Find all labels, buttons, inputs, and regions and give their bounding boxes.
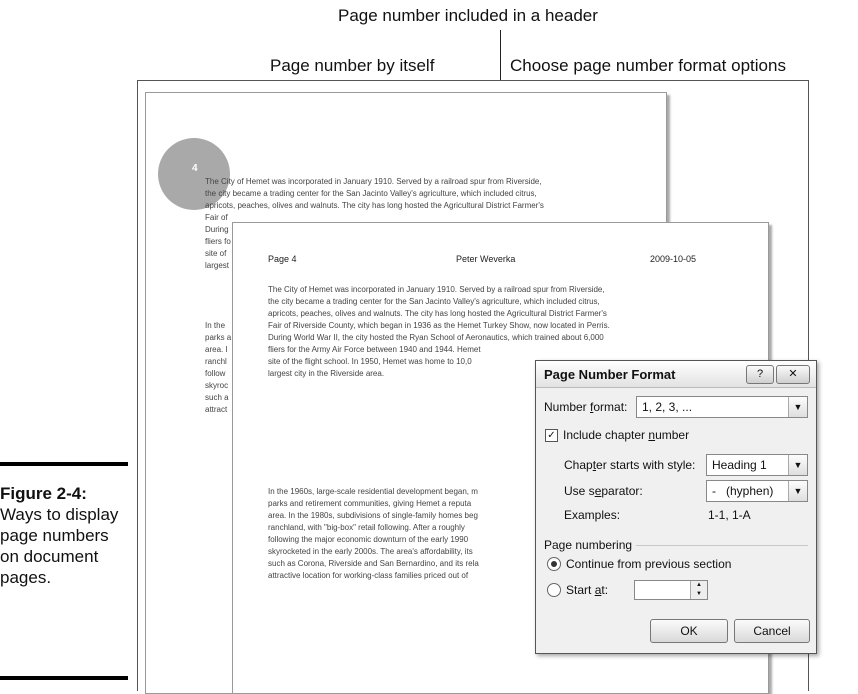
separator-label: Use separator: <box>564 484 643 498</box>
start-at-label: Start at: <box>566 583 609 597</box>
caption-text: Ways to display page numbers on document… <box>0 505 119 587</box>
number-format-value: 1, 2, 3, ... <box>642 400 693 414</box>
chapter-style-label: Chapter starts with style: <box>564 458 696 472</box>
continue-radio[interactable] <box>547 557 561 571</box>
spinner-arrows-icon[interactable]: ▲ ▼ <box>690 581 707 599</box>
chapter-style-value: Heading 1 <box>712 458 767 472</box>
caption-top-rule <box>0 462 128 466</box>
dialog-title: Page Number Format <box>544 367 676 382</box>
start-at-spinner[interactable]: ▲ ▼ <box>634 580 708 600</box>
include-chapter-checkbox[interactable]: ✓ <box>545 429 558 442</box>
caption-bottom-rule <box>0 676 128 680</box>
callout-header-page-number: Page number included in a header <box>338 6 598 25</box>
start-at-radio[interactable] <box>547 583 561 597</box>
chapter-style-select[interactable]: Heading 1 ▼ <box>706 454 808 476</box>
callout-page-number-itself: Page number by itself <box>270 56 435 75</box>
include-chapter-label: Include chapter number <box>563 428 690 442</box>
chevron-down-icon: ▼ <box>788 481 807 501</box>
caption-label: Figure 2-4: <box>0 484 87 503</box>
chevron-down-icon: ▼ <box>788 455 807 475</box>
continue-label: Continue from previous section <box>566 557 732 571</box>
page-numbering-label: Page numbering <box>544 538 633 552</box>
header-page-number: Page 4 <box>268 254 297 264</box>
callout-format-options: Choose page number format options <box>510 56 786 75</box>
front-page-paragraph-2: In the 1960s, large-scale residential de… <box>268 487 479 580</box>
separator-select[interactable]: - (hyphen) ▼ <box>706 480 808 502</box>
group-separator <box>636 545 808 546</box>
page-number: 4 <box>192 163 198 174</box>
separator-value: - (hyphen) <box>712 484 774 498</box>
number-format-select[interactable]: 1, 2, 3, ... ▼ <box>636 396 808 418</box>
cancel-button[interactable]: Cancel <box>734 619 810 643</box>
number-format-label: Number format: <box>544 400 628 414</box>
examples-value: 1-1, 1-A <box>708 508 751 522</box>
help-button[interactable]: ? <box>746 365 774 384</box>
figure-caption: Figure 2-4: Ways to display page numbers… <box>0 483 128 588</box>
chevron-down-icon: ▼ <box>788 397 807 417</box>
ok-button[interactable]: OK <box>650 619 728 643</box>
page-number-format-dialog: Page Number Format ? ✕ Number format: 1,… <box>535 360 817 654</box>
header-date: 2009-10-05 <box>650 254 697 264</box>
close-button[interactable]: ✕ <box>776 365 810 384</box>
header-author: Peter Weverka <box>456 254 516 264</box>
examples-label: Examples: <box>564 508 621 522</box>
dialog-titlebar[interactable]: Page Number Format ? ✕ <box>536 361 816 388</box>
